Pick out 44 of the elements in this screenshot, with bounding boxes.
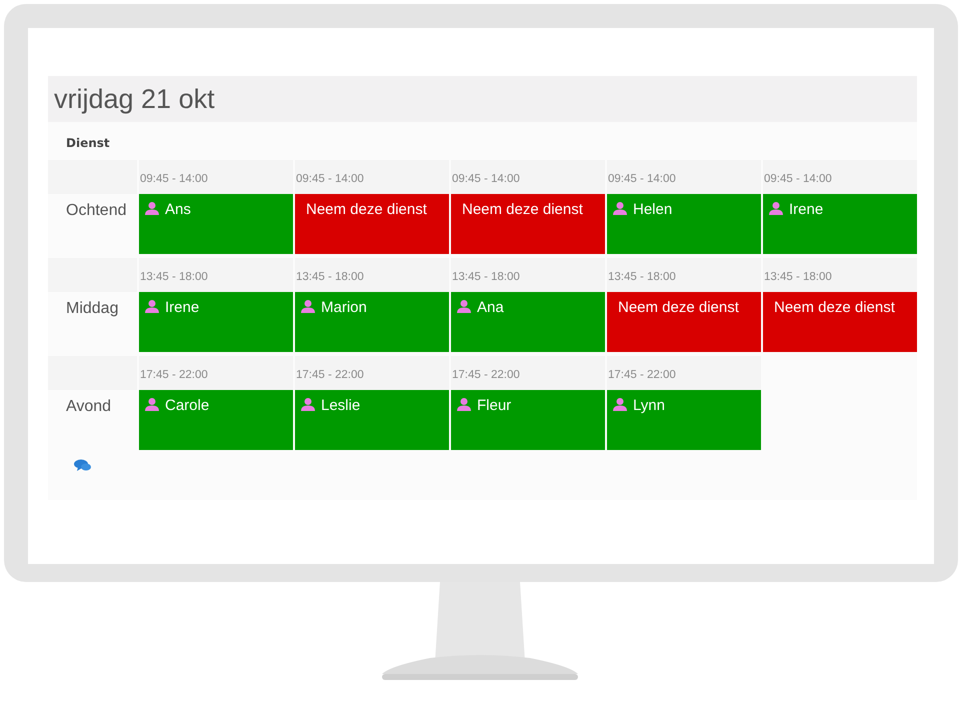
time-label: 17:45 - 22:00 xyxy=(139,356,293,390)
person-icon xyxy=(301,299,315,313)
take-shift-button[interactable]: Neem deze dienst xyxy=(295,194,449,254)
assigned-shift[interactable]: Leslie xyxy=(295,390,449,450)
shift-label: Middag xyxy=(65,299,120,319)
chat-icon[interactable] xyxy=(74,458,92,472)
assigned-shift[interactable]: Irene xyxy=(139,292,293,352)
time-label: 09:45 - 14:00 xyxy=(763,160,917,194)
assigned-shift[interactable]: Ans xyxy=(139,194,293,254)
time-label: 13:45 - 18:00 xyxy=(451,258,605,292)
day-title: vrijdag 21 okt xyxy=(48,76,917,122)
person-icon xyxy=(457,299,471,313)
shift-label: Ochtend xyxy=(65,201,128,221)
shift-label: Avond xyxy=(65,397,112,417)
person-icon xyxy=(145,299,159,313)
time-label: 13:45 - 18:00 xyxy=(295,258,449,292)
take-shift-button[interactable]: Neem deze dienst xyxy=(607,292,761,352)
assigned-shift[interactable]: Ana xyxy=(451,292,605,352)
time-label: 13:45 - 18:00 xyxy=(763,258,917,292)
assigned-shift[interactable]: Lynn xyxy=(607,390,761,450)
time-label: 17:45 - 22:00 xyxy=(451,356,605,390)
person-icon xyxy=(769,201,783,215)
person-icon xyxy=(145,201,159,215)
assigned-shift[interactable]: Helen xyxy=(607,194,761,254)
person-icon xyxy=(613,397,627,411)
section-label: Dienst xyxy=(65,135,111,152)
time-label: 13:45 - 18:00 xyxy=(607,258,761,292)
time-label: 09:45 - 14:00 xyxy=(139,160,293,194)
assigned-shift[interactable]: Fleur xyxy=(451,390,605,450)
time-label: 09:45 - 14:00 xyxy=(295,160,449,194)
time-label: 13:45 - 18:00 xyxy=(139,258,293,292)
person-icon xyxy=(301,397,315,411)
assigned-shift[interactable]: Irene xyxy=(763,194,917,254)
person-icon xyxy=(145,397,159,411)
assigned-shift[interactable]: Carole xyxy=(139,390,293,450)
take-shift-button[interactable]: Neem deze dienst xyxy=(763,292,917,352)
assigned-shift[interactable]: Marion xyxy=(295,292,449,352)
person-icon xyxy=(457,397,471,411)
time-label: 17:45 - 22:00 xyxy=(607,356,761,390)
time-label: 09:45 - 14:00 xyxy=(451,160,605,194)
time-label: 09:45 - 14:00 xyxy=(607,160,761,194)
time-label: 17:45 - 22:00 xyxy=(295,356,449,390)
person-icon xyxy=(613,201,627,215)
take-shift-button[interactable]: Neem deze dienst xyxy=(451,194,605,254)
